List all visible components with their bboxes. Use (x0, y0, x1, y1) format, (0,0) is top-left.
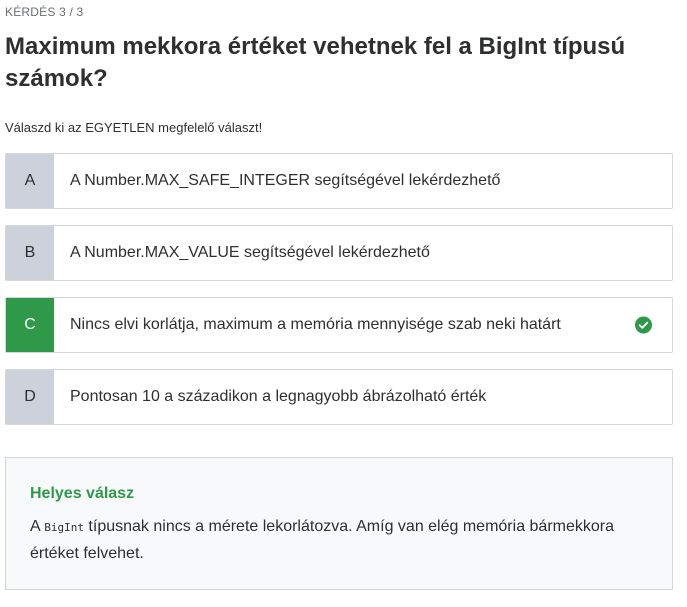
option-letter: D (6, 370, 54, 424)
answer-option-b[interactable]: B A Number.MAX_VALUE segítségével lekérd… (5, 225, 673, 281)
option-text: Pontosan 10 a századikon a legnagyobb áb… (70, 388, 487, 405)
check-circle-icon (635, 316, 652, 334)
explanation-suffix: típusnak nincs a mérete lekorlátozva. Am… (30, 518, 615, 562)
quiz-container: KÉRDÉS 3 / 3 Maximum mekkora értéket veh… (5, 0, 673, 590)
answer-option-d[interactable]: D Pontosan 10 a századikon a legnagyobb … (5, 369, 673, 425)
question-progress: KÉRDÉS 3 / 3 (5, 5, 84, 19)
option-letter: A (6, 154, 54, 208)
option-text: Nincs elvi korlátja, maximum a memória m… (70, 316, 561, 333)
option-letter: C (6, 298, 54, 352)
answer-option-c[interactable]: C Nincs elvi korlátja, maximum a memória… (5, 297, 673, 353)
explanation-text: A BigInt típusnak nincs a mérete lekorlá… (30, 514, 648, 567)
explanation-code: BigInt (44, 521, 84, 534)
explanation-panel: Helyes válasz A BigInt típusnak nincs a … (5, 457, 673, 590)
option-text: A Number.MAX_SAFE_INTEGER segítségével l… (70, 172, 501, 189)
answer-options: A A Number.MAX_SAFE_INTEGER segítségével… (5, 153, 673, 425)
question-title: Maximum mekkora értéket vehetnek fel a B… (5, 33, 626, 92)
answer-option-a[interactable]: A A Number.MAX_SAFE_INTEGER segítségével… (5, 153, 673, 209)
answer-instruction: Válaszd ki az EGYETLEN megfelelő választ… (5, 120, 263, 135)
option-letter: B (6, 226, 54, 280)
option-text: A Number.MAX_VALUE segítségével lekérdez… (70, 244, 430, 261)
explanation-prefix: A (30, 518, 45, 535)
explanation-title: Helyes válasz (30, 485, 135, 502)
